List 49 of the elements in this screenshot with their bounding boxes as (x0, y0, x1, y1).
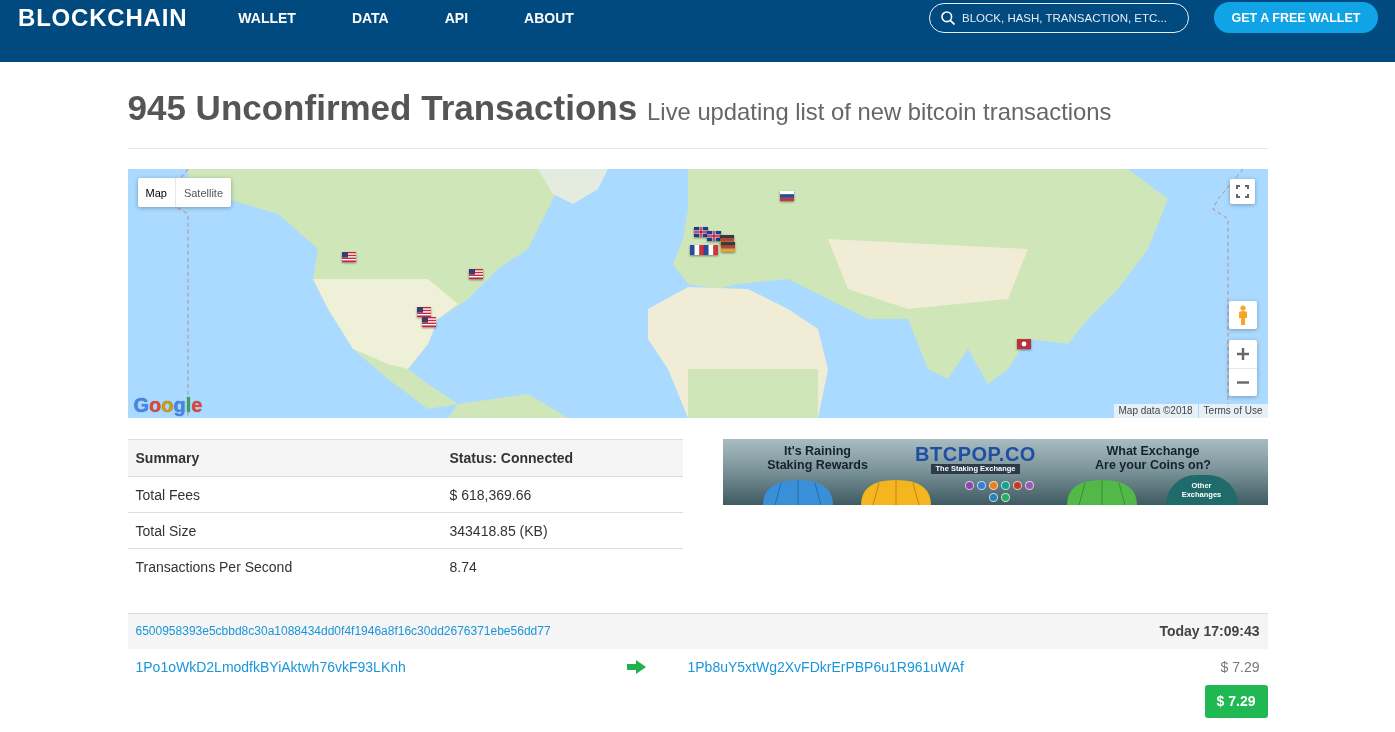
umbrella-icon (762, 477, 833, 506)
fullscreen-icon (1235, 185, 1249, 199)
fullscreen-button[interactable] (1229, 179, 1255, 205)
table-cell: Total Fees (127, 476, 442, 513)
umbrella-icon (860, 477, 931, 506)
pegman-icon (1237, 305, 1248, 326)
flag-icon (468, 269, 483, 280)
flag-icon (416, 307, 431, 318)
plus-icon (1236, 348, 1249, 361)
right-arrow-icon (626, 659, 646, 674)
table-header-cell: Summary (127, 439, 442, 477)
ad-headline: Are your Coins on? (1095, 458, 1211, 473)
table-header-cell: Status: Connected (441, 439, 683, 477)
nav-link[interactable]: DATA (351, 9, 389, 26)
flag-icon (693, 227, 708, 238)
blockchain-logo[interactable]: BLOCKCHAIN (18, 3, 188, 32)
nav-link[interactable]: API (444, 9, 469, 26)
page-subtitle: Live updating list of new bitcoin transactions (647, 98, 1112, 126)
ad-brand: BTCPOP.CO (915, 444, 1036, 465)
flag-icon (720, 242, 735, 253)
search-field[interactable]: BLOCK, HASH, TRANSACTION, ETC... (929, 2, 1189, 33)
map-type-tab[interactable]: Satellite (174, 178, 232, 208)
search-icon (941, 10, 955, 25)
flag-icon (1016, 339, 1031, 350)
flag-icon (779, 191, 794, 202)
terms-link[interactable]: Terms of Use (1198, 404, 1268, 419)
table-cell: 8.74 (441, 548, 683, 585)
ad-headline: Staking Rewards (767, 458, 868, 473)
table-cell: Transactions Per Second (127, 548, 442, 585)
flag-icon (689, 245, 704, 256)
flag-icon (421, 317, 436, 328)
table-cell: Total Size (127, 512, 442, 549)
flag-icon (341, 252, 356, 263)
map-attribution: Map data ©2018 (1113, 404, 1198, 419)
umbrella-icon (1067, 477, 1138, 506)
flag-icon (706, 231, 721, 242)
flag-icon (703, 245, 718, 256)
google-logo: Google (133, 394, 203, 417)
ad-headline: It's Raining (784, 444, 851, 459)
ad-headline: What Exchange (1106, 444, 1200, 459)
map-type-tab[interactable]: Map (137, 178, 175, 208)
output-amount: $ 7.29 (1220, 658, 1260, 675)
minus-icon (1236, 381, 1249, 385)
nav-link[interactable]: WALLET (238, 9, 296, 26)
nav-link[interactable]: ABOUT (524, 9, 574, 26)
table-cell: 343418.85 (KB) (441, 512, 683, 549)
page-title: 945 Unconfirmed Transactions (127, 88, 638, 129)
transaction-time: Today 17:09:43 (1159, 623, 1260, 640)
table-cell: $ 618,369.66 (441, 476, 683, 513)
